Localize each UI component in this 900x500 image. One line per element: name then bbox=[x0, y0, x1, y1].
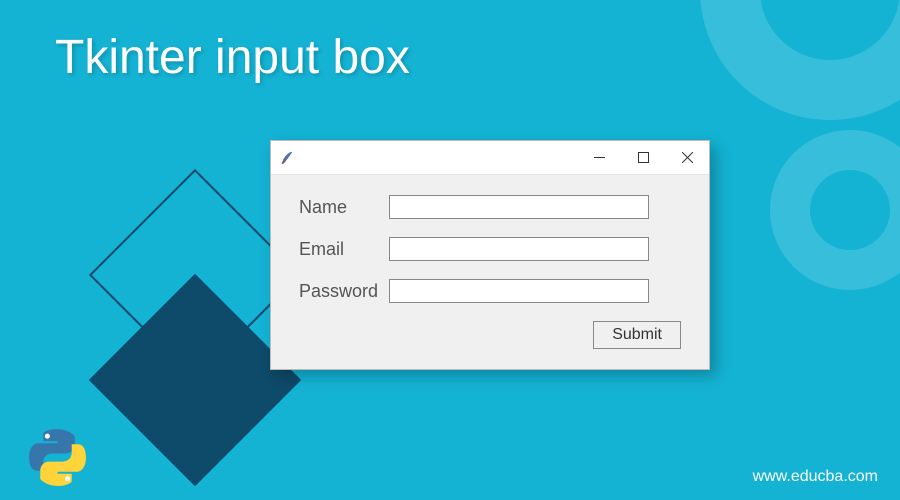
window-titlebar[interactable] bbox=[271, 141, 709, 175]
submit-button[interactable]: Submit bbox=[593, 321, 681, 349]
window-body: Name Email Password Submit bbox=[271, 175, 709, 369]
form-row-email: Email bbox=[299, 237, 681, 261]
tkinter-window: Name Email Password Submit bbox=[270, 140, 710, 370]
tk-feather-icon bbox=[279, 150, 295, 166]
email-input[interactable] bbox=[389, 237, 649, 261]
form-row-password: Password bbox=[299, 279, 681, 303]
bg-circle-decoration bbox=[700, 0, 900, 120]
bg-circle-decoration bbox=[770, 130, 900, 290]
form-actions: Submit bbox=[299, 321, 681, 349]
page-title: Tkinter input box bbox=[55, 30, 410, 85]
form-row-name: Name bbox=[299, 195, 681, 219]
python-logo-icon bbox=[25, 425, 90, 490]
password-label: Password bbox=[299, 281, 389, 302]
password-input[interactable] bbox=[389, 279, 649, 303]
minimize-button[interactable] bbox=[577, 142, 621, 174]
name-label: Name bbox=[299, 197, 389, 218]
close-button[interactable] bbox=[665, 142, 709, 174]
name-input[interactable] bbox=[389, 195, 649, 219]
email-label: Email bbox=[299, 239, 389, 260]
maximize-button[interactable] bbox=[621, 142, 665, 174]
footer-url: www.educba.com bbox=[753, 468, 878, 486]
